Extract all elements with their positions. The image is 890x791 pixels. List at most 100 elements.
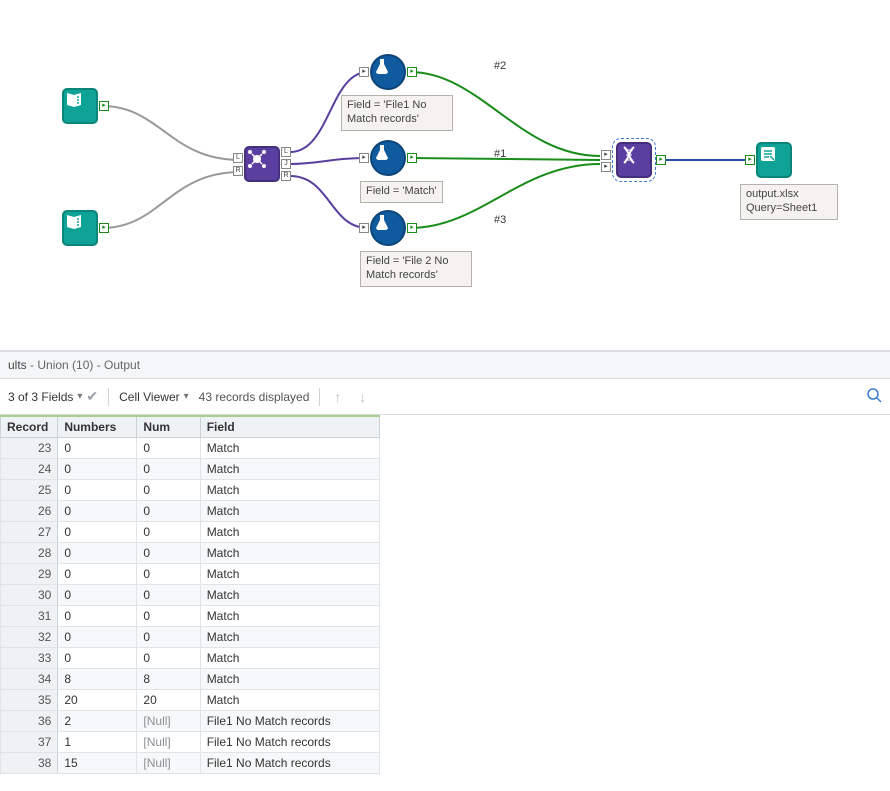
- cell-num: 8: [137, 669, 200, 690]
- port-out: ▸: [407, 223, 417, 233]
- cell-num: 0: [137, 606, 200, 627]
- port-in: ▸: [359, 223, 369, 233]
- cell-viewer-dropdown[interactable]: Cell Viewer ▾: [119, 390, 189, 404]
- cell-field: Match: [200, 501, 379, 522]
- cell-record: 25: [1, 480, 58, 501]
- cell-num: 0: [137, 522, 200, 543]
- cell-field: File1 No Match records: [200, 753, 379, 774]
- cell-field: Match: [200, 564, 379, 585]
- workflow-canvas[interactable]: ▸ ▸ L R L J R ▸ ▸ ▸ ▸ ▸ ▸ ▸ ▸ ▸ ▸ #2 #1 …: [0, 0, 890, 350]
- wire-label-3: #3: [494, 214, 506, 226]
- port-join-l-out: L: [281, 147, 291, 157]
- cell-num: 0: [137, 480, 200, 501]
- port-out: ▸: [99, 223, 109, 233]
- union-tool[interactable]: [616, 142, 652, 178]
- table-row[interactable]: 3815[Null]File1 No Match records: [1, 753, 380, 774]
- cell-field: Match: [200, 459, 379, 480]
- table-row[interactable]: 352020Match: [1, 690, 380, 711]
- cell-record: 38: [1, 753, 58, 774]
- results-grid-wrap[interactable]: Record Numbers Num Field 2300Match2400Ma…: [0, 415, 890, 775]
- table-row[interactable]: 371[Null]File1 No Match records: [1, 732, 380, 753]
- port-in: ▸: [745, 155, 755, 165]
- cell-record: 33: [1, 648, 58, 669]
- formula-tool-bot[interactable]: [370, 210, 406, 246]
- dna-icon: [618, 144, 640, 166]
- cell-num: 0: [137, 459, 200, 480]
- col-header-field[interactable]: Field: [200, 416, 379, 438]
- table-header-row: Record Numbers Num Field: [1, 416, 380, 438]
- port-out: ▸: [407, 67, 417, 77]
- separator: [319, 388, 320, 406]
- port-in: ▸: [359, 153, 369, 163]
- cell-numbers: 0: [58, 648, 137, 669]
- cell-field: File1 No Match records: [200, 732, 379, 753]
- table-row[interactable]: 2400Match: [1, 459, 380, 480]
- table-row[interactable]: 3300Match: [1, 648, 380, 669]
- input-tool-2[interactable]: [62, 210, 98, 246]
- cell-field: Match: [200, 438, 379, 459]
- cell-numbers: 15: [58, 753, 137, 774]
- chevron-down-icon: ▾: [184, 391, 189, 402]
- cell-record: 23: [1, 438, 58, 459]
- table-row[interactable]: 2700Match: [1, 522, 380, 543]
- cell-field: Match: [200, 627, 379, 648]
- table-row[interactable]: 2900Match: [1, 564, 380, 585]
- records-count: 43 records displayed: [199, 390, 310, 404]
- flask-icon: [372, 142, 392, 162]
- cell-field: Match: [200, 690, 379, 711]
- table-row[interactable]: 3000Match: [1, 585, 380, 606]
- table-row[interactable]: 3488Match: [1, 669, 380, 690]
- nav-down-button[interactable]: ↓: [355, 389, 370, 405]
- port-out: ▸: [99, 101, 109, 111]
- col-header-numbers[interactable]: Numbers: [58, 416, 137, 438]
- port-join-j-out: J: [281, 159, 291, 169]
- cell-num: 0: [137, 543, 200, 564]
- fields-dropdown[interactable]: 3 of 3 Fields ▾ ✔: [8, 388, 98, 405]
- check-icon: ✔: [86, 388, 98, 405]
- nav-up-button[interactable]: ↑: [330, 389, 345, 405]
- table-row[interactable]: 3200Match: [1, 627, 380, 648]
- cell-numbers: 0: [58, 627, 137, 648]
- cell-numbers: 0: [58, 543, 137, 564]
- port-join-r-out: R: [281, 171, 291, 181]
- join-tool[interactable]: [244, 146, 280, 182]
- output-tool[interactable]: [756, 142, 792, 178]
- flask-icon: [372, 56, 392, 76]
- formula-tool-top[interactable]: [370, 54, 406, 90]
- cell-num: 0: [137, 564, 200, 585]
- cell-num: 0: [137, 585, 200, 606]
- cell-numbers: 20: [58, 690, 137, 711]
- cell-num: [Null]: [137, 732, 200, 753]
- cell-num: [Null]: [137, 753, 200, 774]
- cell-record: 26: [1, 501, 58, 522]
- cell-numbers: 0: [58, 501, 137, 522]
- table-row[interactable]: 2600Match: [1, 501, 380, 522]
- cell-numbers: 2: [58, 711, 137, 732]
- cell-numbers: 0: [58, 606, 137, 627]
- table-row[interactable]: 3100Match: [1, 606, 380, 627]
- col-header-num[interactable]: Num: [137, 416, 200, 438]
- results-header: ults - Union (10) - Output: [0, 350, 890, 379]
- cell-record: 36: [1, 711, 58, 732]
- cell-field: Match: [200, 585, 379, 606]
- cell-numbers: 0: [58, 564, 137, 585]
- output-annotation: output.xlsx Query=Sheet1: [740, 184, 838, 220]
- cell-field: Match: [200, 480, 379, 501]
- book-icon: [64, 212, 84, 232]
- cell-num: 0: [137, 627, 200, 648]
- col-header-record[interactable]: Record: [1, 416, 58, 438]
- table-row[interactable]: 362[Null]File1 No Match records: [1, 711, 380, 732]
- table-row[interactable]: 2800Match: [1, 543, 380, 564]
- cell-record: 34: [1, 669, 58, 690]
- table-row[interactable]: 2500Match: [1, 480, 380, 501]
- results-toolbar: 3 of 3 Fields ▾ ✔ Cell Viewer ▾ 43 recor…: [0, 379, 890, 415]
- search-icon[interactable]: [866, 387, 882, 406]
- formula-tool-mid[interactable]: [370, 140, 406, 176]
- results-grid[interactable]: Record Numbers Num Field 2300Match2400Ma…: [0, 415, 380, 774]
- results-title: - Union (10) - Output: [27, 358, 140, 372]
- table-row[interactable]: 2300Match: [1, 438, 380, 459]
- wire-label-1: #1: [494, 148, 506, 160]
- input-tool-1[interactable]: [62, 88, 98, 124]
- cell-num: 0: [137, 501, 200, 522]
- port-in: ▸: [601, 162, 611, 172]
